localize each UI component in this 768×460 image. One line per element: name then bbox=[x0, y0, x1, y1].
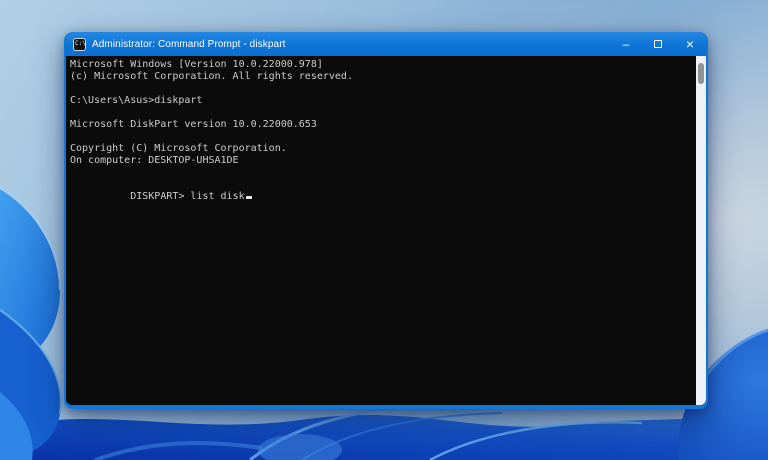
terminal-line: Microsoft DiskPart version 10.0.22000.65… bbox=[70, 119, 696, 131]
terminal-line bbox=[70, 83, 696, 95]
cmd-icon: C:\ bbox=[73, 38, 86, 51]
terminal-area: Microsoft Windows [Version 10.0.22000.97… bbox=[66, 56, 706, 405]
maximize-button[interactable] bbox=[642, 32, 674, 56]
close-button[interactable]: × bbox=[674, 32, 706, 56]
minimize-button[interactable]: – bbox=[610, 32, 642, 59]
terminal-line: On computer: DESKTOP-UHSA1DE bbox=[70, 155, 696, 167]
scrollbar-thumb[interactable] bbox=[698, 63, 704, 84]
window-titlebar[interactable]: C:\ Administrator: Command Prompt - disk… bbox=[66, 32, 706, 56]
terminal-line: Copyright (C) Microsoft Corporation. bbox=[70, 143, 696, 155]
terminal-line bbox=[70, 107, 696, 119]
terminal-line: (c) Microsoft Corporation. All rights re… bbox=[70, 71, 696, 83]
prompt-text: DISKPART> list disk bbox=[130, 191, 244, 202]
terminal-screen[interactable]: Microsoft Windows [Version 10.0.22000.97… bbox=[66, 56, 696, 405]
prompt-line: DISKPART> list disk bbox=[70, 179, 696, 215]
terminal-scrollbar[interactable] bbox=[696, 56, 706, 405]
text-cursor bbox=[246, 196, 252, 199]
window-title: Administrator: Command Prompt - diskpart bbox=[92, 39, 610, 50]
terminal-line bbox=[70, 131, 696, 143]
terminal-line: Microsoft Windows [Version 10.0.22000.97… bbox=[70, 59, 696, 71]
window-controls: – × bbox=[610, 32, 706, 56]
terminal-line: C:\Users\Asus>diskpart bbox=[70, 95, 696, 107]
command-prompt-window: C:\ Administrator: Command Prompt - disk… bbox=[64, 32, 708, 409]
maximize-icon bbox=[654, 40, 662, 48]
terminal-line bbox=[70, 167, 696, 179]
desktop: C:\ Administrator: Command Prompt - disk… bbox=[0, 0, 768, 460]
